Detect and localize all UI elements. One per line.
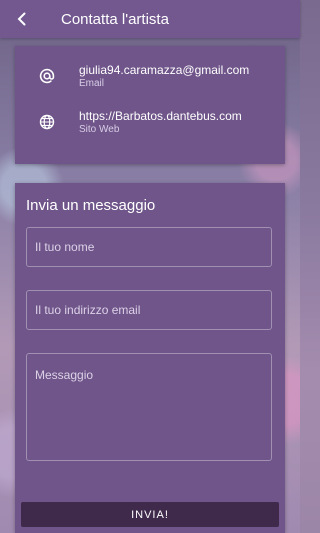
message-form-card: Invia un messaggio <box>15 183 285 533</box>
form-title: Invia un messaggio <box>26 197 156 214</box>
website-label: Sito Web <box>79 123 120 135</box>
name-input[interactable] <box>26 227 272 267</box>
message-textarea[interactable] <box>26 353 272 461</box>
app-bar: Contatta l'artista <box>0 0 300 38</box>
email-row[interactable]: giulia94.caramazza@gmail.com Email <box>15 58 285 94</box>
email-input[interactable] <box>26 290 272 330</box>
website-value: https://Barbatos.dantebus.com <box>79 108 242 123</box>
email-label: Email <box>79 77 105 89</box>
at-icon <box>15 68 79 84</box>
page-title: Contatta l'artista <box>61 10 169 28</box>
website-row[interactable]: https://Barbatos.dantebus.com Sito Web <box>15 104 285 140</box>
back-button[interactable] <box>0 0 44 38</box>
arrow-left-icon <box>17 12 26 26</box>
contact-card: giulia94.caramazza@gmail.com Email https… <box>15 46 285 164</box>
send-button[interactable]: INVIA! <box>21 502 279 527</box>
email-value: giulia94.caramazza@gmail.com <box>79 62 250 77</box>
globe-icon <box>15 114 79 130</box>
